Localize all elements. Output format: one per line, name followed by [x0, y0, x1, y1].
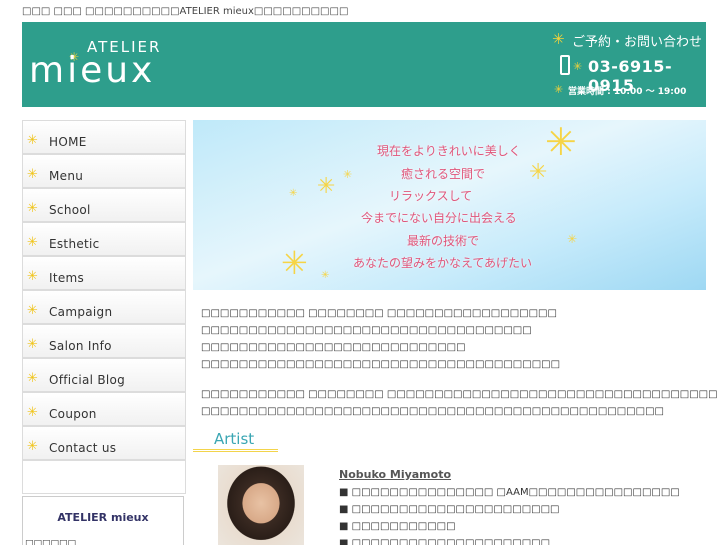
sidebar-item-campaign[interactable]: ✳ Campaign [22, 290, 186, 324]
sidebar-item-items[interactable]: ✳ Items [22, 256, 186, 290]
star-icon: ✳ [27, 167, 38, 182]
sidebar-item-label: Salon Info [49, 339, 112, 353]
sidebar-item-salon-info[interactable]: ✳ Salon Info [22, 324, 186, 358]
banner-line: あなたの望みをかなえてあげたい [353, 256, 533, 270]
star-icon: ✳ [27, 371, 38, 386]
sidebar-item-label: Items [49, 271, 85, 285]
star-icon: ✳ [27, 133, 38, 148]
hours-star-icon: ✳ [554, 83, 564, 96]
artist-credential: ■ □□□□□□□□□□□□□□□□□□□□□ [339, 538, 551, 545]
sidebar-item-label: Campaign [49, 305, 113, 319]
sidebar-item-label: Esthetic [49, 237, 100, 251]
banner-line: 現在をよりきれいに美しく [377, 144, 521, 158]
intro-line: □□□□□□□□□□□ □□□□□□□□ □□□□□□□□□□□□□□□□□□ [201, 308, 557, 319]
artist-name-link[interactable]: Nobuko Miyamoto [339, 468, 451, 481]
star-icon: ✳ [27, 337, 38, 352]
sidebar-item-coupon[interactable]: ✳ Coupon [22, 392, 186, 426]
intro-line: □□□□□□□□□□□□□□□□□□□□□□□□□□□□□□□□□□□ [201, 325, 532, 336]
artist-credential: ■ □□□□□□□□□□□ [339, 521, 456, 532]
sidebar-item-label: Official Blog [49, 373, 126, 387]
shop-subtext: □□□□□□ [25, 539, 77, 545]
sidebar-item-home[interactable]: ✳ HOME [22, 120, 186, 154]
sparkle-icon: ✳ [317, 174, 336, 199]
sidebar-item-school[interactable]: ✳ School [22, 188, 186, 222]
sidebar-item-label: Coupon [49, 407, 97, 421]
sidebar-item-label: Menu [49, 169, 84, 183]
sidebar-nav: ✳ HOME ✳ Menu ✳ School ✳ Esthetic ✳ Items ✳ Ca… [22, 120, 186, 494]
sparkle-icon: ✳ [321, 270, 330, 281]
intro-line: □□□□□□□□□□□□□□□□□□□□□□□□□□□□ [201, 342, 466, 353]
contact-label: ご予約・お問い合わせ [572, 35, 703, 50]
star-icon: ✳ [27, 269, 38, 284]
star-icon: ✳ [27, 235, 38, 250]
phone-icon [560, 55, 570, 75]
artist-heading-underline [193, 449, 278, 452]
star-icon: ✳ [27, 439, 38, 454]
sparkle-icon: ✳ [289, 188, 298, 199]
sidebar-item-label: School [49, 203, 91, 217]
intro-line: □□□□□□□□□□□□□□□□□□□□□□□□□□□□□□□□□□□□□□□□… [201, 406, 664, 417]
star-icon: ✳ [27, 303, 38, 318]
sidebar-item-official-blog[interactable]: ✳ Official Blog [22, 358, 186, 392]
sidebar-item-menu[interactable]: ✳ Menu [22, 154, 186, 188]
logo-mieux-text[interactable]: mieux [29, 50, 155, 91]
artist-credential: ■ □□□□□□□□□□□□□□□ □AAM□□□□□□□□□□□□□□□□ [339, 487, 680, 498]
sparkle-icon: ✳ [281, 244, 308, 282]
sidebar-item-contact-us[interactable]: ✳ Contact us [22, 426, 186, 460]
sparkle-icon: ✳ [545, 120, 577, 164]
sidebar-item-esthetic[interactable]: ✳ Esthetic [22, 222, 186, 256]
artist-credential: ■ □□□□□□□□□□□□□□□□□□□□□□ [339, 504, 560, 515]
business-hours: 営業時間 : 10:00 〜 19:00 [568, 87, 687, 97]
sidebar-item-label: HOME [49, 135, 87, 149]
sidebar-item-label: Contact us [49, 441, 117, 455]
hero-banner: ✳ ✳ ✳ ✳ ✳ ✳ ✳ ✳ 現在をよりきれいに美しく 癒される空間で リラッ… [193, 120, 706, 290]
top-tagline: □□□ □□□ □□□□□□□□□□ATELIER mieux□□□□□□□□□… [22, 6, 349, 17]
shop-title: ATELIER mieux [57, 511, 149, 524]
star-icon: ✳ [27, 405, 38, 420]
sparkle-icon: ✳ [343, 168, 353, 181]
shop-info-box: ATELIER mieux □□□□□□ [22, 496, 184, 545]
intro-line: □□□□□□□□□□□□□□□□□□□□□□□□□□□□□□□□□□□□□□ [201, 359, 561, 370]
banner-line: リラックスして [389, 189, 473, 203]
sparkle-icon: ✳ [567, 232, 578, 246]
banner-line: 最新の技術で [407, 234, 480, 248]
site-header: ATELIER ✳ mieux ✳ ご予約・お問い合わせ ✳ 03-6915-0… [22, 22, 706, 107]
sidebar-spacer [22, 460, 186, 494]
artist-heading: Artist [214, 430, 255, 448]
contact-star-icon: ✳ [552, 30, 565, 48]
intro-line: □□□□□□□□□□□ □□□□□□□□ □□□□□□□□□□□□□□□□□□□… [201, 389, 718, 400]
banner-line: 今までにない自分に出会える [361, 211, 517, 225]
phone-star-icon: ✳ [573, 60, 583, 73]
artist-photo [218, 465, 304, 545]
star-icon: ✳ [27, 201, 38, 216]
sparkle-icon: ✳ [529, 160, 548, 185]
banner-line: 癒される空間で [401, 167, 486, 181]
